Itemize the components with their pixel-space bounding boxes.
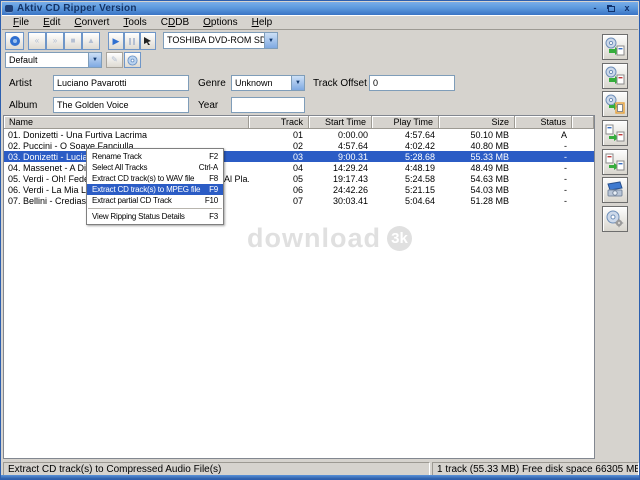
pause-icon bbox=[128, 32, 136, 50]
cd-icon bbox=[9, 35, 21, 47]
watermark: download 3k bbox=[247, 223, 412, 254]
table-header: Name Track Start Time Play Time Size Sta… bbox=[4, 116, 594, 129]
menu-file[interactable]: File bbox=[6, 16, 36, 29]
chevron-down-icon: ▼ bbox=[268, 38, 274, 44]
genre-combo[interactable]: Unknown ▼ bbox=[231, 75, 305, 91]
col-header-start-time[interactable]: Start Time bbox=[309, 116, 372, 129]
menu-convert[interactable]: Convert bbox=[67, 16, 116, 29]
col-header-track[interactable]: Track bbox=[249, 116, 309, 129]
cd-save-icon bbox=[127, 55, 138, 66]
title-bar: Aktiv CD Ripper Version - x bbox=[2, 2, 638, 15]
cd-gear-icon bbox=[605, 209, 625, 229]
preset-combo-arrow[interactable]: ▼ bbox=[88, 53, 101, 67]
next-track-button[interactable]: » bbox=[46, 32, 64, 50]
col-header-status[interactable]: Status bbox=[515, 116, 572, 129]
track-offset-label: Track Offset bbox=[313, 78, 367, 89]
album-label: Album bbox=[9, 100, 37, 111]
app-icon bbox=[5, 5, 13, 13]
close-icon: x bbox=[624, 4, 629, 13]
next-icon: » bbox=[53, 37, 57, 45]
col-header-size[interactable]: Size bbox=[439, 116, 515, 129]
ctx-extract-partial[interactable]: Extract partial CD TrackF10 bbox=[87, 195, 223, 206]
context-menu: Rename TrackF2 Select All TracksCtrl-A E… bbox=[86, 148, 224, 225]
cd-to-mpeg-icon bbox=[605, 66, 625, 86]
watermark-badge: 3k bbox=[387, 226, 412, 251]
year-input[interactable] bbox=[231, 97, 305, 113]
status-bar-disk-info: 1 track (55.33 MB) Free disk space 66305… bbox=[432, 462, 639, 476]
watermark-text: download bbox=[247, 223, 381, 254]
file-to-file-icon bbox=[605, 123, 625, 143]
ctx-view-ripping-status[interactable]: View Ripping Status DetailsF3 bbox=[87, 211, 223, 222]
menu-help[interactable]: Help bbox=[245, 16, 280, 29]
menu-options[interactable]: Options bbox=[196, 16, 244, 29]
minimize-icon: - bbox=[594, 4, 597, 13]
album-input[interactable] bbox=[53, 97, 189, 113]
ctx-extract-mpeg[interactable]: Extract CD track(s) to MPEG fileF9 bbox=[87, 184, 223, 195]
year-label: Year bbox=[198, 100, 218, 111]
pencil-icon: ✎ bbox=[111, 56, 118, 64]
chevron-down-icon: ▼ bbox=[92, 57, 98, 63]
eject-drive-button[interactable] bbox=[602, 177, 628, 203]
drive-combo-arrow[interactable]: ▼ bbox=[264, 33, 277, 48]
stop-cd-button[interactable]: ■ bbox=[64, 32, 82, 50]
ctx-rename-track[interactable]: Rename TrackF2 bbox=[87, 151, 223, 162]
status-bar-message: Extract CD track(s) to Compressed Audio … bbox=[3, 462, 430, 476]
play-icon: ▶ bbox=[113, 37, 120, 46]
window-bottom-border bbox=[1, 475, 639, 479]
preset-combo[interactable]: Default ▼ bbox=[5, 52, 102, 68]
stop-icon: ■ bbox=[71, 37, 76, 45]
save-preset-button[interactable] bbox=[124, 52, 141, 68]
drive-combo[interactable]: TOSHIBA DVD-ROM SD-M1502 ▼ bbox=[163, 32, 278, 49]
rip-pointer-button[interactable] bbox=[140, 32, 156, 50]
convert-wav-to-mpeg-button[interactable] bbox=[602, 120, 628, 146]
table-row[interactable]: 01. Donizetti - Una Furtiva Lacrima010:0… bbox=[4, 129, 594, 140]
menu-bar: File Edit Convert Tools CDDB Options Hel… bbox=[2, 15, 638, 30]
col-header-name[interactable]: Name bbox=[4, 116, 249, 129]
genre-combo-value: Unknown bbox=[232, 76, 291, 90]
menu-cddb[interactable]: CDDB bbox=[154, 16, 196, 29]
extract-to-wav-button[interactable] bbox=[602, 34, 628, 60]
play-button[interactable]: ▶ bbox=[108, 32, 124, 50]
cd-drive-open-icon bbox=[605, 180, 625, 200]
ripper-settings-button[interactable] bbox=[602, 206, 628, 232]
prev-icon: « bbox=[35, 37, 39, 45]
preset-combo-value: Default bbox=[6, 53, 88, 67]
eject-icon: ▲ bbox=[87, 37, 95, 45]
cd-to-partial-icon bbox=[605, 94, 625, 114]
file-to-file-icon bbox=[605, 152, 625, 172]
refresh-drive-button[interactable] bbox=[5, 32, 24, 50]
menu-tools[interactable]: Tools bbox=[116, 16, 153, 29]
drive-combo-value: TOSHIBA DVD-ROM SD-M1502 bbox=[164, 33, 264, 48]
prev-track-button[interactable]: « bbox=[28, 32, 46, 50]
restore-icon bbox=[608, 6, 615, 12]
col-header-filler bbox=[572, 116, 594, 129]
menu-edit[interactable]: Edit bbox=[36, 16, 67, 29]
menu-separator bbox=[88, 208, 222, 209]
ctx-select-all-tracks[interactable]: Select All TracksCtrl-A bbox=[87, 162, 223, 173]
restore-button[interactable] bbox=[605, 3, 617, 14]
cd-to-wav-icon bbox=[605, 37, 625, 57]
ctx-extract-wav[interactable]: Extract CD track(s) to WAV fileF8 bbox=[87, 173, 223, 184]
pointer-icon bbox=[143, 36, 153, 46]
artist-label: Artist bbox=[9, 78, 32, 89]
artist-input[interactable] bbox=[53, 75, 189, 91]
chevron-down-icon: ▼ bbox=[295, 80, 301, 86]
genre-label: Genre bbox=[198, 78, 226, 89]
edit-preset-button[interactable]: ✎ bbox=[106, 52, 123, 68]
close-button[interactable]: x bbox=[621, 3, 633, 14]
extract-partial-button[interactable] bbox=[602, 91, 628, 117]
minimize-button[interactable]: - bbox=[589, 3, 601, 14]
window-title: Aktiv CD Ripper Version bbox=[17, 3, 137, 14]
track-offset-input[interactable] bbox=[369, 75, 455, 91]
app-window: Aktiv CD Ripper Version - x File Edit Co… bbox=[0, 0, 640, 480]
convert-mpeg-to-wav-button[interactable] bbox=[602, 149, 628, 175]
extract-to-mpeg-button[interactable] bbox=[602, 63, 628, 89]
eject-cd-button[interactable]: ▲ bbox=[82, 32, 100, 50]
col-header-play-time[interactable]: Play Time bbox=[372, 116, 439, 129]
pause-button[interactable] bbox=[124, 32, 140, 50]
genre-combo-arrow[interactable]: ▼ bbox=[291, 76, 304, 90]
